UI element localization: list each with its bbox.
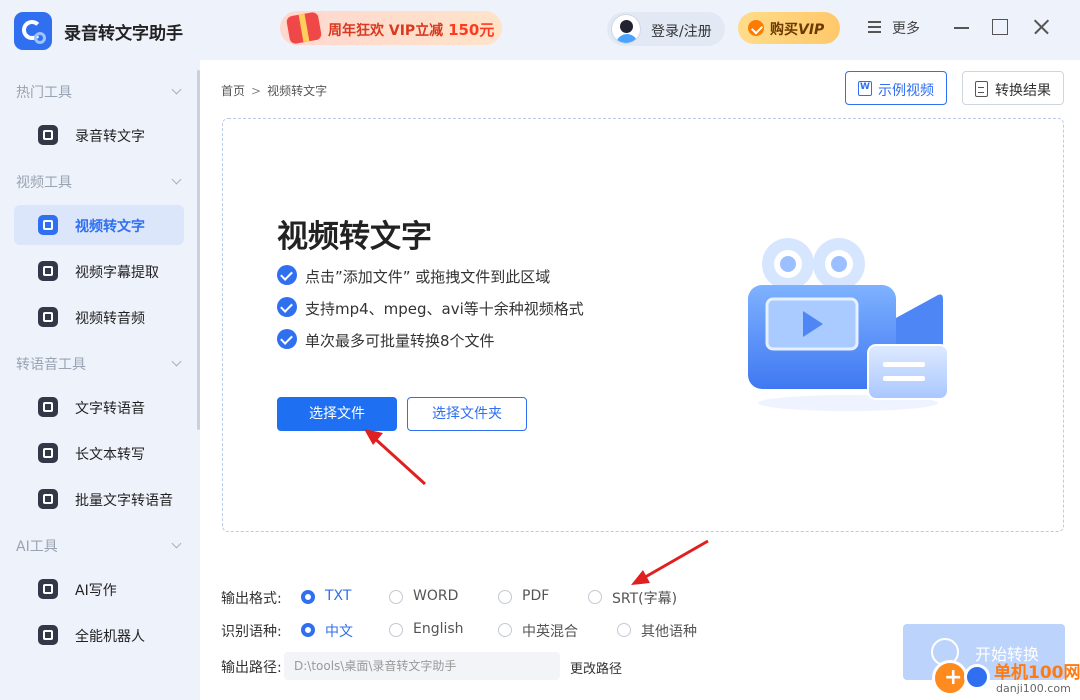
video-text-icon bbox=[38, 215, 58, 235]
check-circle-icon bbox=[277, 265, 297, 285]
document-w-icon bbox=[858, 81, 872, 96]
breadcrumb-current: 视频转文字 bbox=[267, 84, 328, 98]
video-audio-icon bbox=[38, 307, 58, 327]
chevron-down-icon bbox=[171, 84, 182, 95]
sidebar-item-robot[interactable]: 全能机器人 bbox=[14, 615, 184, 655]
more-label: 更多 bbox=[892, 21, 920, 37]
output-path-field[interactable]: D:\tools\桌面\录音转文字助手 bbox=[284, 652, 560, 680]
sidebar-section-tts[interactable]: 转语音工具 bbox=[16, 354, 186, 374]
gift-icon bbox=[285, 11, 323, 45]
output-format-row: 输出格式: TXT WORD PDF SRT(字幕) bbox=[221, 588, 678, 607]
breadcrumb-home[interactable]: 首页 bbox=[221, 84, 245, 98]
login-label: 登录/注册 bbox=[651, 24, 712, 40]
chevron-down-icon bbox=[171, 174, 182, 185]
document-icon bbox=[975, 81, 988, 97]
long-text-icon bbox=[38, 443, 58, 463]
breadcrumb: 首页 > 视频转文字 bbox=[221, 84, 328, 98]
buy-vip-label: 购买VIP bbox=[770, 22, 825, 38]
vip-diamond-icon bbox=[748, 20, 764, 36]
batch-audio-icon bbox=[38, 489, 58, 509]
sidebar-section-hot[interactable]: 热门工具 bbox=[16, 82, 186, 102]
sidebar-section-video[interactable]: 视频工具 bbox=[16, 172, 186, 192]
watermark-logo-icon bbox=[964, 664, 990, 690]
maximize-button[interactable] bbox=[990, 18, 1008, 36]
watermark: 单机100网 danji100.com bbox=[928, 630, 1080, 700]
text-t-icon bbox=[38, 125, 58, 145]
sidebar-item-ai-write[interactable]: AI写作 bbox=[14, 569, 184, 609]
app-logo-icon bbox=[14, 12, 52, 50]
watermark-url: danji100.com bbox=[996, 682, 1071, 695]
main-panel: 首页>视频转文字 示例视频 转换结果 视频转文字 点击”添加文件” 或拖拽文件到… bbox=[200, 60, 1080, 700]
example-video-button[interactable]: 示例视频 bbox=[845, 71, 947, 105]
language-row: 识别语种: 中文 English 中英混合 其他语种 bbox=[221, 621, 697, 640]
file-drop-zone[interactable]: 视频转文字 点击”添加文件” 或拖拽文件到此区域 支持mp4、mpeg、avi等… bbox=[222, 118, 1064, 532]
check-circle-icon bbox=[277, 297, 297, 317]
promo-banner[interactable]: 周年狂欢 VIP立减 150元 bbox=[280, 11, 502, 45]
chevron-down-icon bbox=[171, 538, 182, 549]
promo-text: 周年狂欢 VIP立减 150元 bbox=[328, 21, 495, 39]
sidebar-item-text-to-speech[interactable]: 文字转语音 bbox=[14, 387, 184, 427]
minimize-button[interactable] bbox=[952, 18, 970, 36]
close-button[interactable] bbox=[1032, 18, 1050, 36]
chevron-down-icon bbox=[171, 356, 182, 367]
select-file-button[interactable]: 选择文件 bbox=[277, 397, 397, 431]
ai-write-icon bbox=[38, 579, 58, 599]
sidebar-item-audio-to-text[interactable]: 录音转文字 bbox=[14, 115, 184, 155]
select-folder-button[interactable]: 选择文件夹 bbox=[407, 397, 527, 431]
subtitle-extract-icon bbox=[38, 261, 58, 281]
title-bar: 录音转文字助手 周年狂欢 VIP立减 150元 登录/注册 购买VIP 更多 bbox=[0, 0, 1080, 60]
check-circle-icon bbox=[277, 329, 297, 349]
watermark-logo-icon bbox=[932, 660, 968, 696]
robot-icon bbox=[38, 625, 58, 645]
login-button[interactable]: 登录/注册 bbox=[607, 12, 725, 46]
conversion-result-button[interactable]: 转换结果 bbox=[962, 71, 1064, 105]
waveform-icon bbox=[38, 397, 58, 417]
sidebar-item-video-to-text[interactable]: 视频转文字 bbox=[14, 205, 184, 245]
avatar bbox=[611, 14, 641, 44]
page-title: 视频转文字 bbox=[277, 219, 432, 255]
menu-icon bbox=[868, 21, 881, 33]
sidebar-item-subtitle-extract[interactable]: 视频字幕提取 bbox=[14, 251, 184, 291]
sidebar: 热门工具 录音转文字 视频工具 视频转文字 视频字幕提取 视频转音频 转语音工具… bbox=[0, 60, 200, 700]
sidebar-item-video-to-audio[interactable]: 视频转音频 bbox=[14, 297, 184, 337]
video-camera-illustration bbox=[748, 238, 949, 411]
watermark-name: 单机100网 bbox=[994, 663, 1080, 683]
sidebar-item-batch-tts[interactable]: 批量文字转语音 bbox=[14, 479, 184, 519]
change-path-link[interactable]: 更改路径 bbox=[570, 658, 622, 677]
sidebar-item-long-text[interactable]: 长文本转写 bbox=[14, 433, 184, 473]
app-title: 录音转文字助手 bbox=[64, 24, 183, 44]
sidebar-section-ai[interactable]: AI工具 bbox=[16, 536, 186, 556]
buy-vip-button[interactable]: 购买VIP bbox=[738, 12, 840, 44]
